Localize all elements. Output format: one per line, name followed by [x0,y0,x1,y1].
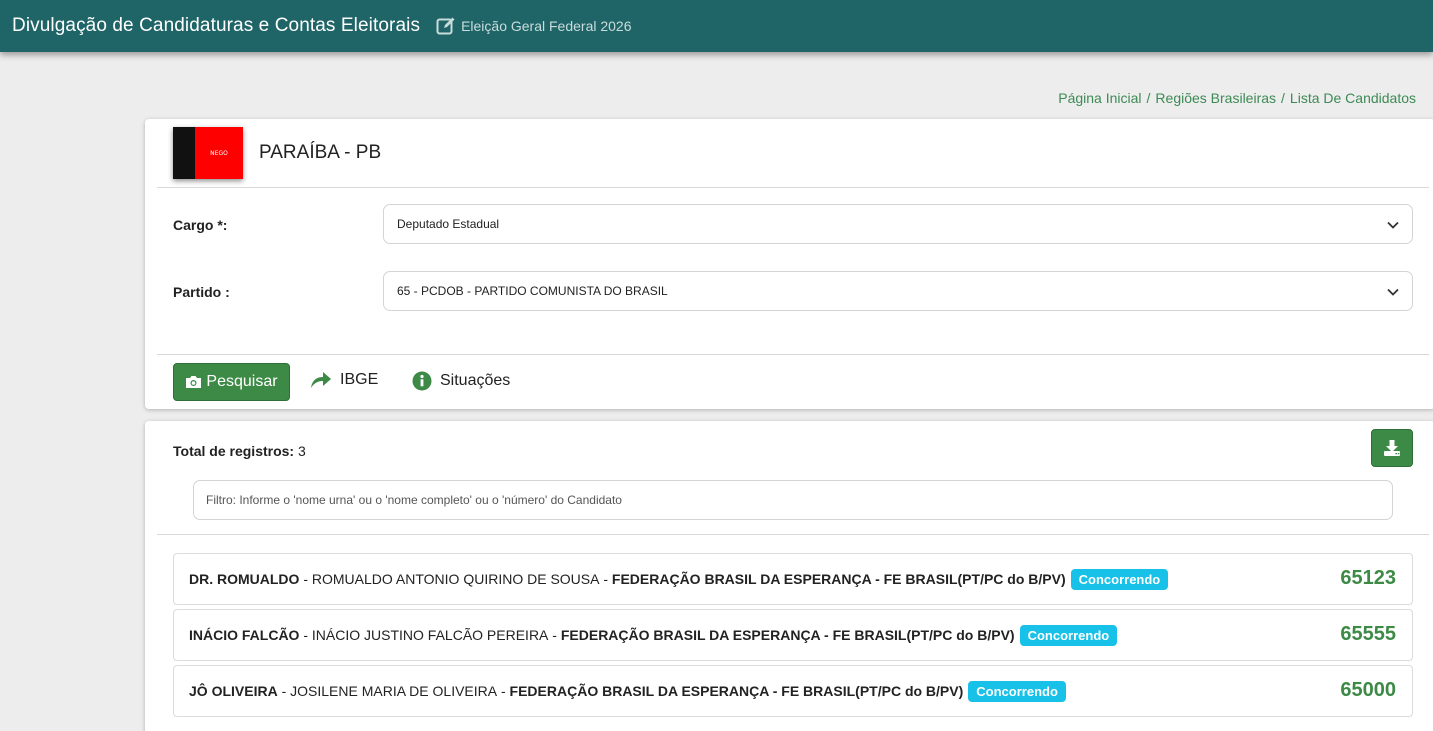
chevron-down-icon [1387,221,1399,229]
state-title: PARAÍBA - PB [259,142,382,163]
breadcrumb-separator: / [1146,90,1151,106]
divider [157,187,1429,188]
app-title[interactable]: Divulgação de Candidaturas e Contas Elei… [12,15,420,37]
search-card: NEGO PARAÍBA - PB Cargo *: Deputado Esta… [145,119,1433,409]
search-button[interactable]: Pesquisar [173,363,290,401]
candidate-row[interactable]: INÁCIO FALCÃO - INÁCIO JUSTINO FALCÃO PE… [173,609,1413,661]
status-badge: Concorrendo [968,680,1066,702]
download-button[interactable] [1371,429,1413,467]
status-badge: Concorrendo [1019,624,1118,646]
candidate-nickname: DR. ROMUALDO [189,571,300,587]
cargo-label: Cargo *: [173,217,228,233]
cargo-select[interactable]: Deputado Estadual [383,204,1413,244]
ibge-label: IBGE [340,371,379,388]
situacoes-button[interactable]: Situações [412,371,510,391]
total-records: Total de registros: 3 [173,443,306,459]
candidate-full-name: JOSILENE MARIA DE OLIVEIRA [290,683,498,699]
candidate-number: 65123 [1340,567,1396,589]
state-flag: NEGO [173,127,243,179]
situacoes-label: Situações [440,372,511,389]
candidate-party: FEDERAÇÃO BRASIL DA ESPERANÇA - FE BRASI… [509,683,964,699]
election-name: Eleição Geral Federal 2026 [461,18,632,34]
top-bar: Divulgação de Candidaturas e Contas Elei… [0,0,1433,52]
candidate-row[interactable]: DR. ROMUALDO - ROMUALDO ANTONIO QUIRINO … [173,553,1413,605]
candidate-full-name: INÁCIO JUSTINO FALCÃO PEREIRA [311,627,549,643]
candidate-nickname: INÁCIO FALCÃO [189,627,300,643]
partido-value: 65 - PCDOB - PARTIDO COMUNISTA DO BRASIL [397,284,668,298]
share-arrow-icon [311,372,331,388]
total-value: 3 [297,443,306,459]
info-icon [412,371,432,391]
search-button-label: Pesquisar [206,373,278,390]
candidate-row[interactable]: JÔ OLIVEIRA - JOSILENE MARIA DE OLIVEIRA… [173,665,1413,717]
ibge-button[interactable]: IBGE [310,371,378,389]
breadcrumb-home[interactable]: Página Inicial [1058,90,1141,106]
download-icon [1384,440,1400,456]
candidate-number: 65555 [1340,623,1396,645]
divider [157,354,1429,355]
breadcrumb: Página Inicial / Regiões Brasileiras / L… [1058,90,1416,106]
partido-select[interactable]: 65 - PCDOB - PARTIDO COMUNISTA DO BRASIL [383,271,1413,311]
status-badge: Concorrendo [1070,568,1169,590]
chevron-down-icon [1387,288,1399,296]
cargo-value: Deputado Estadual [397,217,500,231]
flag-text: NEGO [210,149,228,157]
candidate-party: FEDERAÇÃO BRASIL DA ESPERANÇA - FE BRASI… [560,627,1015,643]
divider [157,534,1429,535]
candidate-number: 65000 [1340,679,1396,701]
camera-icon [186,376,202,388]
partido-label: Partido : [173,284,230,300]
results-card: Total de registros: 3 DR. ROMUALDO - ROM… [145,421,1433,731]
breadcrumb-regions[interactable]: Regiões Brasileiras [1155,90,1276,106]
breadcrumb-separator: / [1281,90,1285,106]
filter-input[interactable] [193,480,1393,520]
candidate-party: FEDERAÇÃO BRASIL DA ESPERANÇA - FE BRASI… [611,571,1066,587]
candidate-full-name: ROMUALDO ANTONIO QUIRINO DE SOUSA [311,571,600,587]
total-label: Total de registros: [173,443,295,459]
breadcrumb-current: Lista De Candidatos [1289,90,1416,106]
candidate-nickname: JÔ OLIVEIRA [189,683,278,699]
edit-icon[interactable] [436,16,456,36]
